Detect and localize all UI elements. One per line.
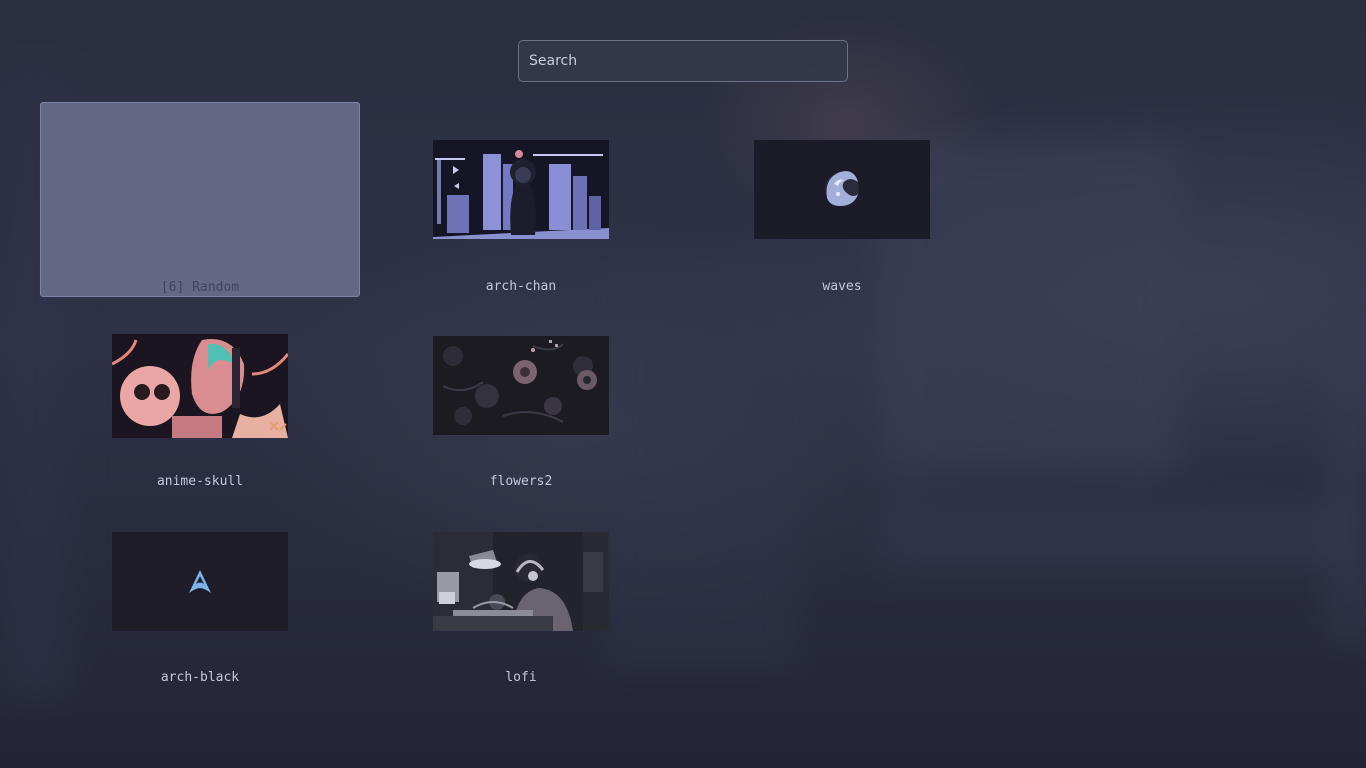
wallpaper-thumbnail-waves [754,140,930,239]
wallpaper-item-arch-black[interactable]: arch-black [40,493,360,688]
wallpaper-item-waves[interactable]: waves [682,102,1002,297]
wallpaper-thumbnail-lofi [433,532,609,631]
wallpaper-item-flowers2[interactable]: flowers2 [361,297,681,492]
wallpaper-label: arch-black [160,670,240,685]
wallpaper-item-anime-skull[interactable]: anime-skull [40,297,360,492]
wallpaper-item-arch-chan[interactable]: arch-chan [361,102,681,297]
wallpaper-label: arch-chan [485,279,557,294]
wallpaper-thumbnail-arch-black [112,532,288,631]
wallpaper-label: [6] Random [160,280,240,295]
search-input[interactable] [518,40,848,82]
wallpaper-label: anime-skull [156,474,244,489]
wallpaper-label: flowers2 [489,474,553,489]
wallpaper-item-random[interactable]: [6] Random [40,102,360,297]
wallpaper-label: waves [822,279,862,294]
wallpaper-label: lofi [505,670,537,685]
wallpaper-thumbnail-flowers2 [433,336,609,435]
wallpaper-thumbnail-arch-chan [433,140,609,239]
wallpaper-item-lofi[interactable]: lofi [361,493,681,688]
wallpaper-thumbnail-anime-skull [112,334,288,438]
